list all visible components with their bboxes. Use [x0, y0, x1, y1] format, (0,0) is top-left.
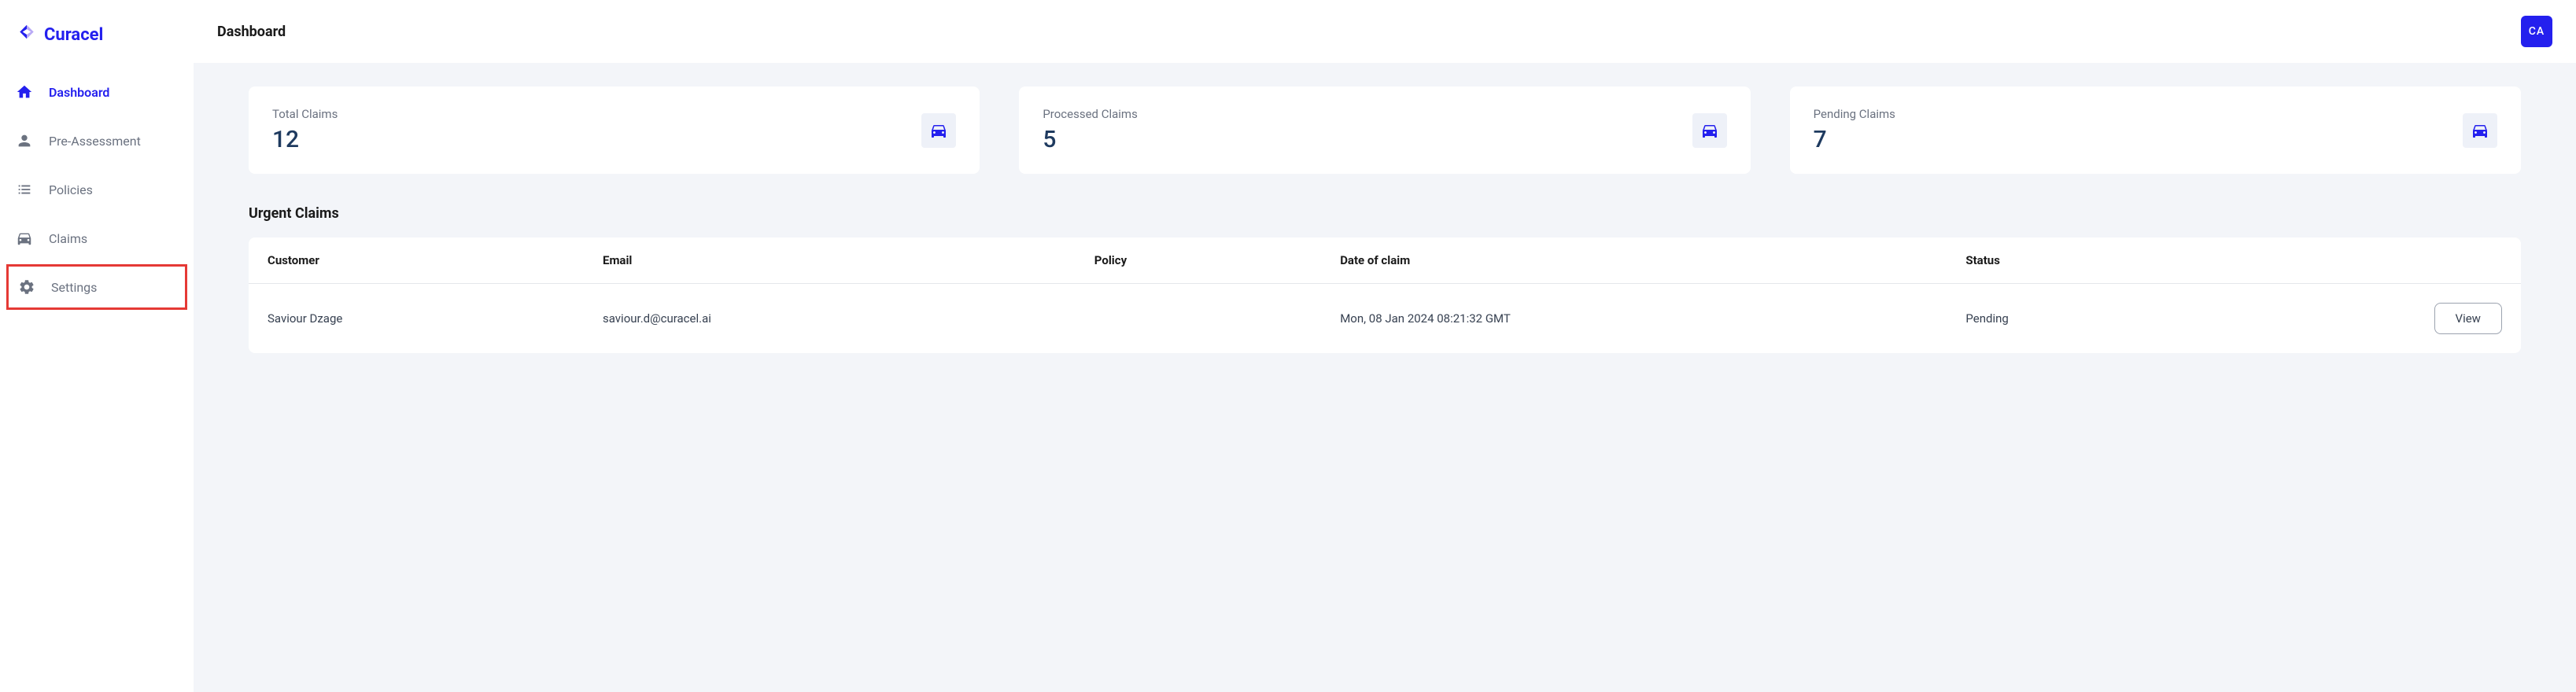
th-policy: Policy	[1094, 253, 1340, 267]
th-action	[2189, 253, 2502, 267]
th-status: Status	[1965, 253, 2189, 267]
sidebar-item-policies[interactable]: Policies	[0, 167, 194, 212]
stat-card-total-claims: Total Claims 12	[249, 86, 980, 174]
td-status: Pending	[1965, 311, 2189, 326]
list-icon	[16, 181, 33, 198]
table-header: Customer Email Policy Date of claim Stat…	[249, 237, 2521, 284]
urgent-claims-title: Urgent Claims	[249, 205, 2521, 222]
th-customer: Customer	[268, 253, 603, 267]
sidebar-item-label: Settings	[51, 280, 97, 295]
main-area: Dashboard CA Total Claims 12 Processed C…	[194, 0, 2576, 692]
stat-label: Total Claims	[272, 107, 338, 121]
sidebar-item-pre-assessment[interactable]: Pre-Assessment	[0, 118, 194, 164]
urgent-claims-table: Customer Email Policy Date of claim Stat…	[249, 237, 2521, 353]
brand-name: Curacel	[44, 25, 103, 45]
stats-row: Total Claims 12 Processed Claims 5	[249, 86, 2521, 174]
td-date: Mon, 08 Jan 2024 08:21:32 GMT	[1340, 311, 1965, 326]
sidebar-item-label: Claims	[49, 231, 87, 246]
stat-card-pending-claims: Pending Claims 7	[1790, 86, 2521, 174]
car-icon	[921, 113, 956, 148]
sidebar-item-label: Pre-Assessment	[49, 134, 141, 149]
sidebar-nav: Dashboard Pre-Assessment Policies Claims	[0, 69, 194, 310]
sidebar-item-label: Dashboard	[49, 85, 109, 100]
stat-label: Pending Claims	[1814, 107, 1895, 121]
avatar[interactable]: CA	[2521, 16, 2552, 47]
person-icon	[16, 132, 33, 149]
stat-card-processed-claims: Processed Claims 5	[1019, 86, 1750, 174]
stat-value: 7	[1814, 126, 1895, 153]
car-icon	[1692, 113, 1727, 148]
brand-icon	[16, 24, 38, 46]
page-title: Dashboard	[217, 24, 286, 40]
content: Total Claims 12 Processed Claims 5	[194, 63, 2576, 692]
th-date: Date of claim	[1340, 253, 1965, 267]
sidebar-item-dashboard[interactable]: Dashboard	[0, 69, 194, 115]
topbar: Dashboard CA	[194, 0, 2576, 63]
stat-label: Processed Claims	[1043, 107, 1138, 121]
car-icon	[2463, 113, 2497, 148]
gear-icon	[18, 278, 35, 296]
td-email: saviour.d@curacel.ai	[603, 311, 1094, 326]
home-icon	[16, 83, 33, 101]
sidebar-item-settings[interactable]: Settings	[6, 264, 187, 310]
car-icon	[16, 230, 33, 247]
view-button[interactable]: View	[2434, 303, 2502, 334]
sidebar-item-label: Policies	[49, 182, 93, 197]
stat-value: 12	[272, 126, 338, 153]
th-email: Email	[603, 253, 1094, 267]
stat-value: 5	[1043, 126, 1138, 153]
table-row: Saviour Dzage saviour.d@curacel.ai Mon, …	[249, 284, 2521, 353]
sidebar: Curacel Dashboard Pre-Assessment Policie…	[0, 0, 194, 692]
brand-logo[interactable]: Curacel	[0, 16, 194, 69]
td-customer: Saviour Dzage	[268, 311, 603, 326]
sidebar-item-claims[interactable]: Claims	[0, 215, 194, 261]
